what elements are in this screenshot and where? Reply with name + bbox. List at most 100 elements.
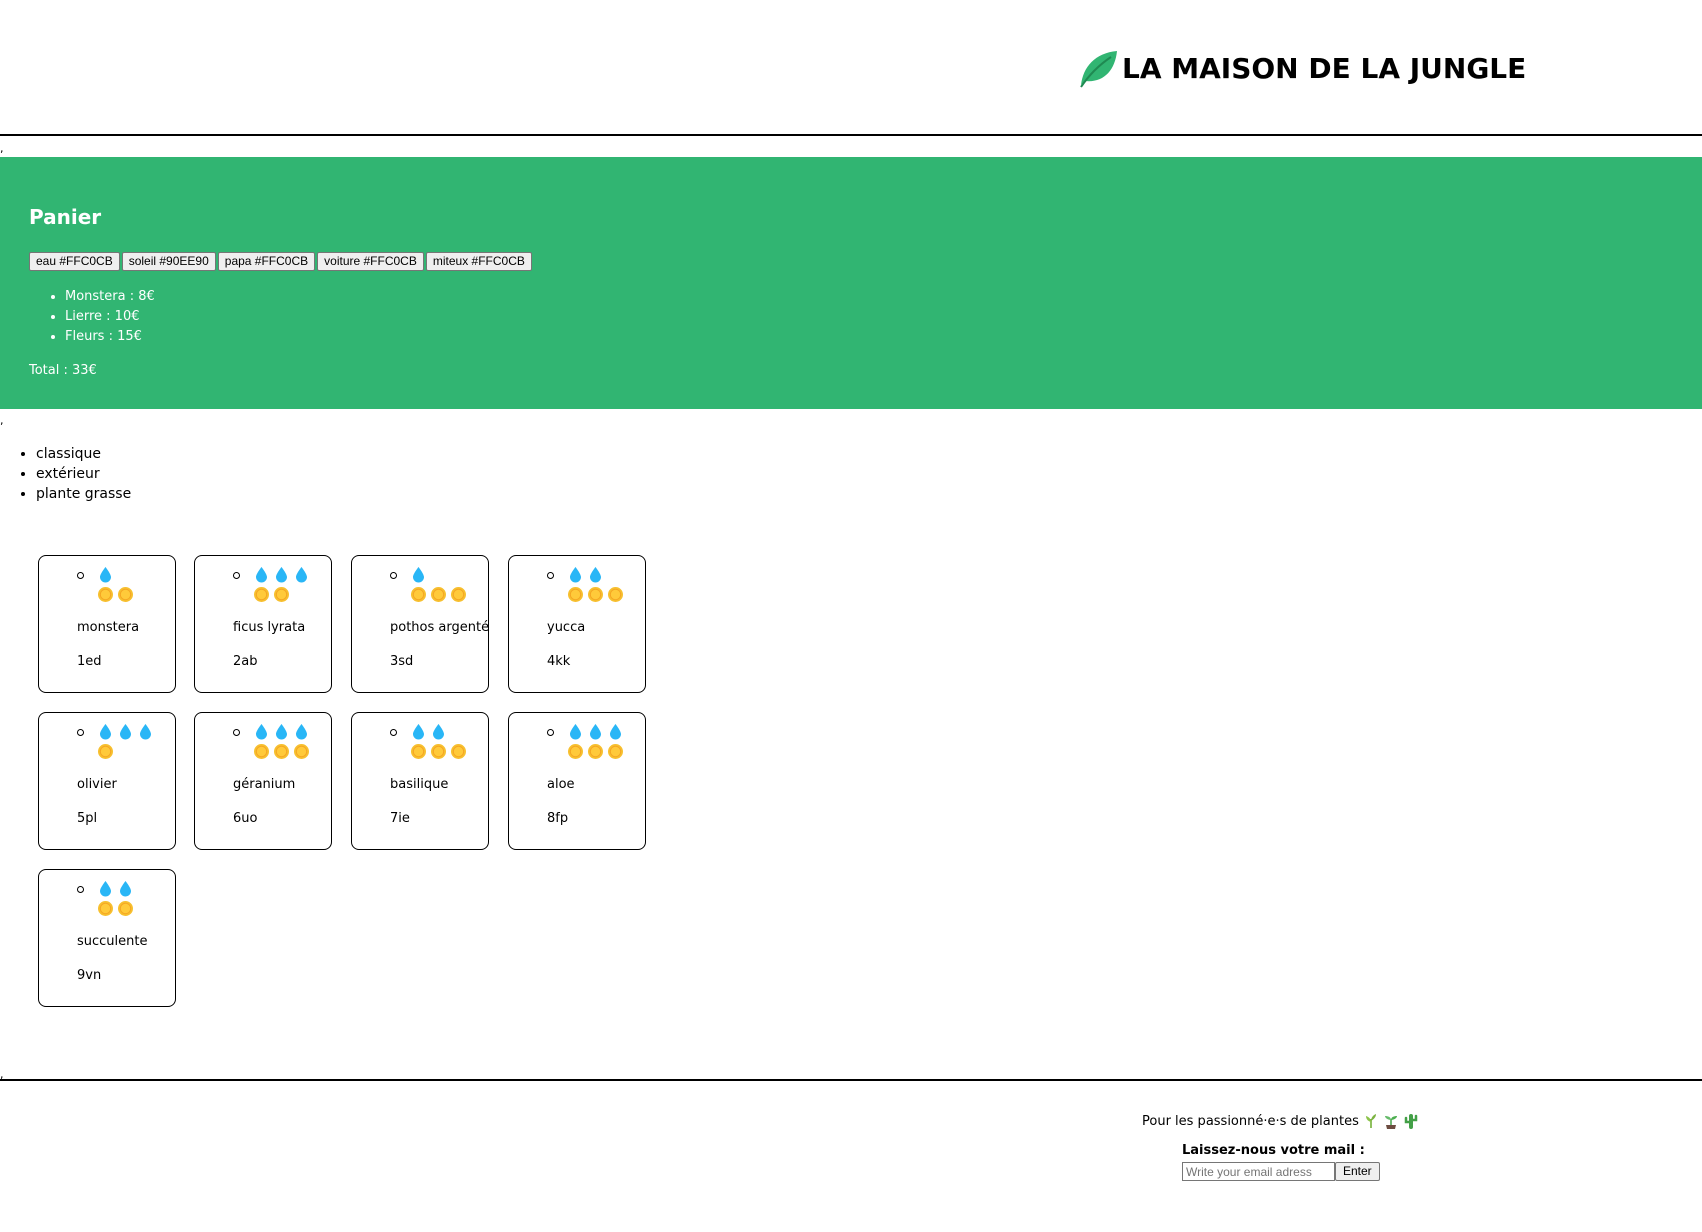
- plant-id: 7ie: [390, 811, 410, 826]
- water-scale: [97, 880, 134, 897]
- light-scale: [97, 900, 134, 917]
- category-item: extérieur: [36, 464, 131, 484]
- water-drop-icon: [293, 723, 310, 740]
- cart-panel: Panier eau #FFC0CB soleil #90EE90 papa #…: [0, 157, 1702, 409]
- water-drop-icon: [273, 566, 290, 583]
- color-button-eau[interactable]: eau #FFC0CB: [29, 252, 120, 271]
- cart-item: Monstera : 8€: [65, 287, 155, 307]
- plant-card[interactable]: géranium 6uo: [194, 712, 332, 850]
- page-title: LA MAISON DE LA JUNGLE: [1122, 51, 1527, 85]
- sun-icon: [430, 743, 447, 760]
- plant-card[interactable]: monstera 1ed: [38, 555, 176, 693]
- light-scale: [567, 586, 624, 603]
- water-drop-icon: [97, 723, 114, 740]
- plant-name: succulente: [77, 934, 148, 949]
- color-button-soleil[interactable]: soleil #90EE90: [121, 252, 216, 271]
- cart-title: Panier: [29, 205, 102, 229]
- sun-icon: [450, 743, 467, 760]
- list-bullet: [547, 572, 554, 579]
- herb-icon: [1363, 1113, 1379, 1129]
- plant-name: aloe: [547, 777, 575, 792]
- water-drop-icon: [410, 566, 427, 583]
- water-drop-icon: [567, 566, 584, 583]
- plant-name: yucca: [547, 620, 586, 635]
- list-bullet: [390, 729, 397, 736]
- plant-card[interactable]: aloe 8fp: [508, 712, 646, 850]
- plant-card[interactable]: ficus lyrata 2ab: [194, 555, 332, 693]
- water-drop-icon: [293, 566, 310, 583]
- sun-icon: [253, 586, 270, 603]
- email-field[interactable]: [1182, 1162, 1335, 1181]
- water-scale: [253, 566, 310, 583]
- sun-icon: [410, 743, 427, 760]
- cart-item: Lierre : 10€: [65, 307, 155, 327]
- sun-icon: [273, 586, 290, 603]
- light-scale: [97, 743, 114, 760]
- color-button-papa[interactable]: papa #FFC0CB: [217, 252, 316, 271]
- plant-name: olivier: [77, 777, 117, 792]
- plant-name: ficus lyrata: [233, 620, 306, 635]
- sun-icon: [410, 586, 427, 603]
- list-bullet: [77, 886, 84, 893]
- plant-card[interactable]: pothos argenté 3sd: [351, 555, 489, 693]
- sun-icon: [117, 586, 134, 603]
- sun-icon: [97, 586, 114, 603]
- submit-button[interactable]: Enter: [1335, 1162, 1380, 1181]
- water-drop-icon: [410, 723, 427, 740]
- water-drop-icon: [97, 566, 114, 583]
- plant-card[interactable]: yucca 4kk: [508, 555, 646, 693]
- sun-icon: [587, 743, 604, 760]
- plant-card[interactable]: olivier 5pl: [38, 712, 176, 850]
- sun-icon: [587, 586, 604, 603]
- water-drop-icon: [567, 723, 584, 740]
- sun-icon: [273, 743, 290, 760]
- plant-card[interactable]: succulente 9vn: [38, 869, 176, 1007]
- header-divider: [0, 134, 1702, 136]
- water-drop-icon: [587, 723, 604, 740]
- plant-name: pothos argenté: [390, 620, 490, 635]
- sun-icon: [293, 743, 310, 760]
- stray-separator: ,: [0, 414, 4, 427]
- sun-icon: [607, 586, 624, 603]
- light-scale: [567, 743, 624, 760]
- mail-form: Enter: [1182, 1162, 1380, 1181]
- light-scale: [410, 586, 467, 603]
- color-button-miteux[interactable]: miteux #FFC0CB: [425, 252, 532, 271]
- cart-items: Monstera : 8€ Lierre : 10€ Fleurs : 15€: [47, 287, 155, 347]
- sun-icon: [97, 743, 114, 760]
- light-scale: [97, 586, 134, 603]
- cactus-icon: [1403, 1113, 1419, 1129]
- footer-divider: [0, 1079, 1702, 1081]
- sun-icon: [567, 586, 584, 603]
- list-bullet: [390, 572, 397, 579]
- plant-id: 9vn: [77, 968, 102, 983]
- water-scale: [253, 723, 310, 740]
- light-scale: [410, 743, 467, 760]
- plant-name: monstera: [77, 620, 140, 635]
- water-drop-icon: [430, 723, 447, 740]
- category-list: classique extérieur plante grasse: [18, 444, 131, 504]
- list-bullet: [233, 729, 240, 736]
- list-bullet: [547, 729, 554, 736]
- light-scale: [253, 586, 290, 603]
- plant-id: 4kk: [547, 654, 571, 669]
- footer-tagline: Pour les passionné·e·s de plantes: [1142, 1113, 1419, 1129]
- stray-separator: ,: [0, 142, 4, 155]
- list-bullet: [77, 729, 84, 736]
- water-drop-icon: [607, 723, 624, 740]
- plant-id: 5pl: [77, 811, 98, 826]
- sun-icon: [117, 900, 134, 917]
- footer-tagline-text: Pour les passionné·e·s de plantes: [1142, 1113, 1359, 1129]
- plant-card[interactable]: basilique 7ie: [351, 712, 489, 850]
- seedling-icon: [1383, 1113, 1399, 1129]
- water-drop-icon: [97, 880, 114, 897]
- water-drop-icon: [137, 723, 154, 740]
- plant-name: basilique: [390, 777, 449, 792]
- list-bullet: [77, 572, 84, 579]
- water-drop-icon: [117, 723, 134, 740]
- water-scale: [410, 566, 427, 583]
- cart-item: Fleurs : 15€: [65, 327, 155, 347]
- color-button-voiture[interactable]: voiture #FFC0CB: [317, 252, 424, 271]
- plant-id: 1ed: [77, 654, 102, 669]
- water-scale: [567, 566, 604, 583]
